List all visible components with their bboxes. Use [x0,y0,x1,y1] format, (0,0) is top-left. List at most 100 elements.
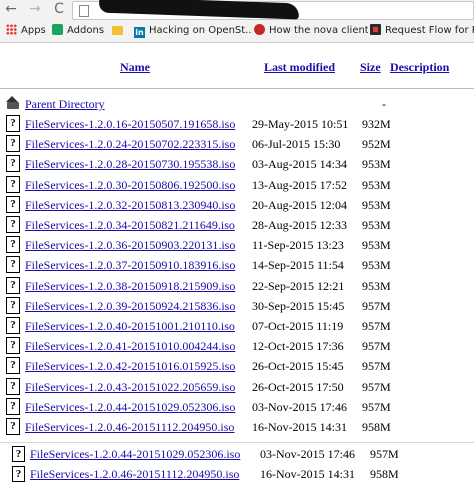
file-size: 953M [362,238,391,253]
table-row: ? FileServices-1.2.0.37-20150910.183916.i… [0,255,474,275]
file-link[interactable]: FileServices-1.2.0.36-20150903.220131.is… [25,238,235,253]
back-arrow-icon[interactable]: ← [4,0,18,18]
redacted-url-scribble [98,0,300,20]
file-link[interactable]: FileServices-1.2.0.40-20151001.210110.is… [25,319,235,334]
file-modified: 16-Nov-2015 14:31 [252,420,347,434]
file-link[interactable]: FileServices-1.2.0.44-20151029.052306.is… [25,400,235,415]
sort-by-last-modified-link[interactable]: Last modified [264,60,335,75]
file-size: 957M [362,379,391,394]
fragment-modified: 16-Nov-2015 14:31 [260,467,355,481]
file-size: 953M [362,177,391,192]
file-link[interactable]: FileServices-1.2.0.42-20151016.015925.is… [25,359,235,374]
sort-by-size-link[interactable]: Size [360,60,381,75]
file-modified: 22-Sep-2015 12:21 [252,278,345,293]
file-link[interactable]: FileServices-1.2.0.30-20150806.192500.is… [25,178,235,193]
file-modified: 26-Oct-2015 15:45 [252,359,344,374]
fragment-file-link[interactable]: FileServices-1.2.0.46-20151112.204950.is… [30,467,239,482]
table-row: ? FileServices-1.2.0.28-20150730.195538.i… [0,154,474,174]
sort-by-name-link[interactable]: Name [120,60,150,75]
file-modified: 07-Oct-2015 11:19 [252,319,344,333]
file-size: 957M [362,339,391,354]
table-row: ? FileServices-1.2.0.40-20151001.210110.i… [0,316,474,336]
bookmark-addons[interactable]: Addons [52,20,104,42]
parent-size: - [382,97,386,111]
file-size: 953M [362,258,391,273]
table-row: ? FileServices-1.2.0.24-20150702.223315.i… [0,134,474,154]
unknown-file-icon: ? [6,357,20,375]
unknown-file-icon: ? [6,397,20,415]
fragment-row: ? FileServices-1.2.0.44-20151029.052306.… [6,445,466,465]
file-link[interactable]: FileServices-1.2.0.37-20150910.183916.is… [25,258,235,273]
file-size: 957M [362,298,391,313]
file-modified: 30-Sep-2015 15:45 [252,298,345,313]
unknown-file-icon: ? [6,296,20,314]
file-size: 953M [362,218,391,232]
fragment-size: 957M [370,447,399,461]
file-link[interactable]: FileServices-1.2.0.46-20151112.204950.is… [25,420,234,435]
table-row: ? FileServices-1.2.0.36-20150903.220131.i… [0,235,474,255]
bookmark-hacking-openstack[interactable]: in Hacking on OpenSt... [134,20,252,42]
table-row: ? FileServices-1.2.0.16-20150507.191658.i… [0,114,474,134]
unknown-file-icon: ? [6,195,20,213]
table-row: ? FileServices-1.2.0.41-20151010.004244.i… [0,336,474,356]
bookmark-folder[interactable] [112,20,127,42]
unknown-file-icon: ? [6,377,20,395]
parent-directory-link[interactable]: Parent Directory [25,97,105,112]
reload-icon[interactable]: C [52,0,66,18]
file-modified: 11-Sep-2015 13:23 [252,238,344,253]
request-flow-icon [370,24,381,35]
file-size: 953M [362,278,391,293]
file-size: 957M [362,399,391,414]
page-icon [79,5,89,17]
unknown-file-icon: ? [6,276,20,294]
linkedin-icon: in [134,27,145,38]
apps-grid-icon [6,24,17,35]
unknown-file-icon: ? [6,175,20,193]
unknown-file-icon: ? [6,256,20,274]
unknown-file-icon: ? [6,135,20,153]
file-size: 953M [362,157,391,172]
table-row: ? FileServices-1.2.0.30-20150806.192500.i… [0,175,474,195]
forward-arrow-icon[interactable]: → [28,0,42,18]
file-link[interactable]: FileServices-1.2.0.32-20150813.230940.is… [25,198,235,213]
table-row: ? FileServices-1.2.0.32-20150813.230940.i… [0,195,474,215]
parent-directory-row: Parent Directory - [0,94,474,114]
file-modified: 06-Jul-2015 15:30 [252,137,341,152]
file-size: 958M [362,420,391,434]
bookmark-apps[interactable]: Apps [6,20,46,42]
folder-icon [112,26,123,35]
file-link[interactable]: FileServices-1.2.0.41-20151010.004244.is… [25,339,235,354]
file-link[interactable]: FileServices-1.2.0.39-20150924.215836.is… [25,299,235,314]
bookmark-request-flow[interactable]: Request Flow for Pr... [370,20,474,42]
address-bar[interactable] [72,0,474,20]
unknown-file-icon: ? [6,317,20,334]
fragment-size: 958M [370,467,399,481]
parent-directory-icon [6,96,20,109]
pasted-listing-fragment: ? FileServices-1.2.0.44-20151029.052306.… [0,442,474,493]
file-link[interactable]: FileServices-1.2.0.43-20151022.205659.is… [25,380,235,395]
bookmark-nova-client[interactable]: How the nova client... [254,20,368,42]
header-divider [0,88,474,89]
file-modified: 12-Oct-2015 17:36 [252,339,344,354]
puzzle-icon [52,24,63,35]
file-size: 953M [362,197,391,212]
directory-listing: Name Last modified Size Description Pare… [0,42,474,493]
table-row: ? FileServices-1.2.0.34-20150821.211649.i… [0,215,474,235]
sort-by-description-link[interactable]: Description [390,60,449,75]
file-link[interactable]: FileServices-1.2.0.16-20150507.191658.is… [25,117,235,132]
file-link[interactable]: FileServices-1.2.0.24-20150702.223315.is… [25,137,235,152]
file-link[interactable]: FileServices-1.2.0.28-20150730.195538.is… [25,157,235,172]
file-link[interactable]: FileServices-1.2.0.34-20150821.211649.is… [25,218,235,233]
fragment-file-link[interactable]: FileServices-1.2.0.44-20151029.052306.is… [30,447,240,462]
unknown-file-icon: ? [6,337,20,355]
table-row: ? FileServices-1.2.0.43-20151022.205659.i… [0,377,474,397]
file-modified: 13-Aug-2015 17:52 [252,177,347,192]
unknown-file-icon: ? [6,216,20,233]
file-link[interactable]: FileServices-1.2.0.38-20150918.215909.is… [25,279,235,294]
file-modified: 14-Sep-2015 11:54 [252,258,344,273]
table-row: ? FileServices-1.2.0.38-20150918.215909.i… [0,276,474,296]
unknown-file-icon: ? [6,236,20,254]
browser-toolbar: ← → C [0,0,474,20]
bookmarks-bar: Apps Addons in Hacking on OpenSt... How t… [0,20,474,43]
file-modified: 26-Oct-2015 17:50 [252,379,344,394]
